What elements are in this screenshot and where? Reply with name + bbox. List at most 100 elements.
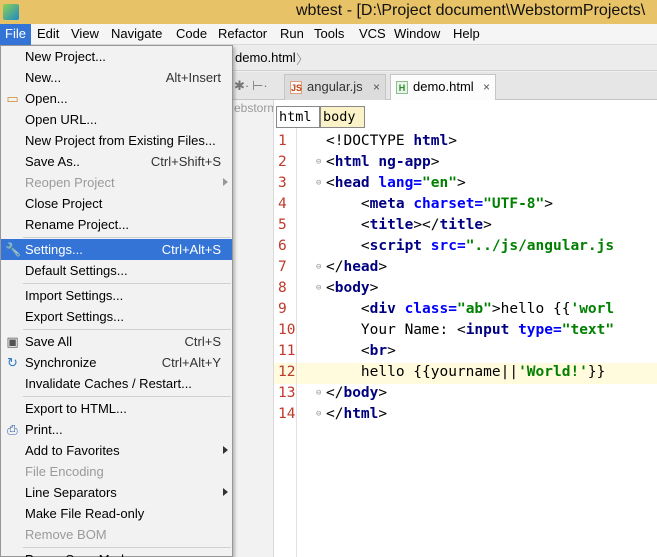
code-line[interactable]: 7 ⊖ </head>	[274, 258, 657, 279]
menu-rename-project[interactable]: Rename Project...	[1, 214, 232, 235]
line-number: 3	[278, 175, 287, 191]
save-icon: ▣	[6, 334, 19, 349]
fold-marker-icon[interactable]: ⊖	[316, 178, 325, 189]
pin-icon[interactable]: ⊢·	[252, 78, 268, 94]
tab-demo-html[interactable]: H demo.html ×	[390, 74, 496, 100]
fold-marker-icon[interactable]: ⊖	[316, 157, 325, 168]
menu-refactor[interactable]: Refactor	[213, 24, 272, 45]
submenu-arrow-icon	[223, 446, 228, 454]
code-text: Your Name: <input type="text"	[326, 322, 615, 338]
submenu-arrow-icon	[223, 178, 228, 186]
code-text: </head>	[326, 259, 388, 275]
menu-navigate[interactable]: Navigate	[106, 24, 167, 45]
project-panel-label[interactable]: ebstorm	[234, 101, 274, 115]
line-number: 6	[278, 238, 287, 254]
menu-remove-bom[interactable]: Remove BOM	[1, 524, 232, 545]
line-number: 14	[278, 406, 296, 422]
code-line[interactable]: 13 ⊖ </body>	[274, 384, 657, 405]
menu-power-save-mode[interactable]: Power Save Mode	[1, 549, 232, 557]
menu-line-separators[interactable]: Line Separators	[1, 482, 232, 503]
editor-tab-bar: ✱· ⊢· JS angular.js × H demo.html ×	[232, 72, 657, 100]
code-text: <!DOCTYPE html>	[326, 133, 457, 149]
crumb-body[interactable]: body	[320, 106, 365, 128]
code-text: <script src="../js/angular.js	[326, 238, 615, 254]
menu-save-as[interactable]: Save As.. Ctrl+Shift+S	[1, 151, 232, 172]
menu-print[interactable]: ⎙ Print...	[1, 419, 232, 440]
crumb-html[interactable]: html	[276, 106, 320, 128]
code-line[interactable]: 3 ⊖ <head lang="en">	[274, 174, 657, 195]
menu-invalidate-caches[interactable]: Invalidate Caches / Restart...	[1, 373, 232, 394]
close-icon[interactable]: ×	[483, 75, 490, 99]
code-line[interactable]: 6 <script src="../js/angular.js	[274, 237, 657, 258]
tab-angular-js[interactable]: JS angular.js ×	[284, 74, 386, 100]
fold-marker-icon[interactable]: ⊖	[316, 283, 325, 294]
menu-vcs[interactable]: VCS	[354, 24, 391, 45]
menu-add-to-favorites[interactable]: Add to Favorites	[1, 440, 232, 461]
code-text: <div class="ab">hello {{'worl	[326, 301, 615, 317]
code-line[interactable]: 11 <br>	[274, 342, 657, 363]
menu-help[interactable]: Help	[448, 24, 485, 45]
menu-save-all[interactable]: ▣ Save All Ctrl+S	[1, 331, 232, 352]
menu-new-project-existing[interactable]: New Project from Existing Files...	[1, 130, 232, 151]
code-line[interactable]: 2 ⊖ <html ng-app>	[274, 153, 657, 174]
code-line[interactable]: 1 <!DOCTYPE html>	[274, 132, 657, 153]
line-number: 7	[278, 259, 287, 275]
code-line[interactable]: 5 <title></title>	[274, 216, 657, 237]
menu-file-encoding[interactable]: File Encoding	[1, 461, 232, 482]
code-text: </body>	[326, 385, 388, 401]
title-bar: wbtest - [D:\Project document\WebstormPr…	[0, 0, 657, 24]
menu-export-html[interactable]: Export to HTML...	[1, 398, 232, 419]
menu-window[interactable]: Window	[389, 24, 445, 45]
menu-default-settings[interactable]: Default Settings...	[1, 260, 232, 281]
menu-open[interactable]: ▭ Open...	[1, 88, 232, 109]
menu-code[interactable]: Code	[171, 24, 212, 45]
fold-marker-icon[interactable]: ⊖	[316, 409, 325, 420]
line-number: 12	[278, 364, 296, 380]
settings-wrench-icon: 🔧	[5, 242, 22, 257]
menu-synchronize[interactable]: ↻ Synchronize Ctrl+Alt+Y	[1, 352, 232, 373]
menu-new-project[interactable]: New Project...	[1, 46, 232, 67]
code-line[interactable]: 4 <meta charset="UTF-8">	[274, 195, 657, 216]
line-number: 11	[278, 343, 296, 359]
tab-label: demo.html	[413, 79, 474, 94]
line-number: 2	[278, 154, 287, 170]
line-number: 13	[278, 385, 296, 401]
html-file-icon: H	[396, 81, 408, 94]
menu-run[interactable]: Run	[275, 24, 309, 45]
code-text: <html ng-app>	[326, 154, 440, 170]
code-editor[interactable]: html body 1 <!DOCTYPE html> 2 ⊖ <html ng…	[274, 100, 657, 557]
menu-separator	[23, 237, 231, 238]
window-title: wbtest - [D:\Project document\WebstormPr…	[296, 2, 646, 19]
menu-settings[interactable]: 🔧 Settings... Ctrl+Alt+S	[1, 239, 232, 260]
code-text: <title></title>	[326, 217, 492, 233]
menu-open-url[interactable]: Open URL...	[1, 109, 232, 130]
code-text: <head lang="en">	[326, 175, 466, 191]
menu-separator	[23, 329, 231, 330]
js-file-icon: JS	[290, 81, 303, 94]
collapse-icon[interactable]: ✱·	[234, 78, 249, 94]
menu-reopen-project[interactable]: Reopen Project	[1, 172, 232, 193]
code-line[interactable]: 9 <div class="ab">hello {{'worl	[274, 300, 657, 321]
code-line[interactable]: 14 ⊖ </html>	[274, 405, 657, 426]
close-icon[interactable]: ×	[373, 75, 380, 99]
gutter-divider	[296, 128, 297, 557]
code-line[interactable]: 10 Your Name: <input type="text"	[274, 321, 657, 342]
menu-tools[interactable]: Tools	[309, 24, 349, 45]
line-number: 5	[278, 217, 287, 233]
code-text: <br>	[326, 343, 396, 359]
menu-make-read-only[interactable]: Make File Read-only	[1, 503, 232, 524]
menu-close-project[interactable]: Close Project	[1, 193, 232, 214]
menu-file[interactable]: File	[0, 24, 31, 45]
line-number: 9	[278, 301, 287, 317]
printer-icon: ⎙	[7, 422, 18, 437]
fold-marker-icon[interactable]: ⊖	[316, 388, 325, 399]
menu-new[interactable]: New... Alt+Insert	[1, 67, 232, 88]
breadcrumb-file[interactable]: demo.html	[235, 50, 296, 65]
menu-edit[interactable]: Edit	[32, 24, 64, 45]
menu-export-settings[interactable]: Export Settings...	[1, 306, 232, 327]
menu-import-settings[interactable]: Import Settings...	[1, 285, 232, 306]
fold-marker-icon[interactable]: ⊖	[316, 262, 325, 273]
code-line-current[interactable]: 12 hello {{yourname||'World!'}}	[274, 363, 657, 384]
menu-view[interactable]: View	[66, 24, 104, 45]
code-line[interactable]: 8 ⊖ <body>	[274, 279, 657, 300]
